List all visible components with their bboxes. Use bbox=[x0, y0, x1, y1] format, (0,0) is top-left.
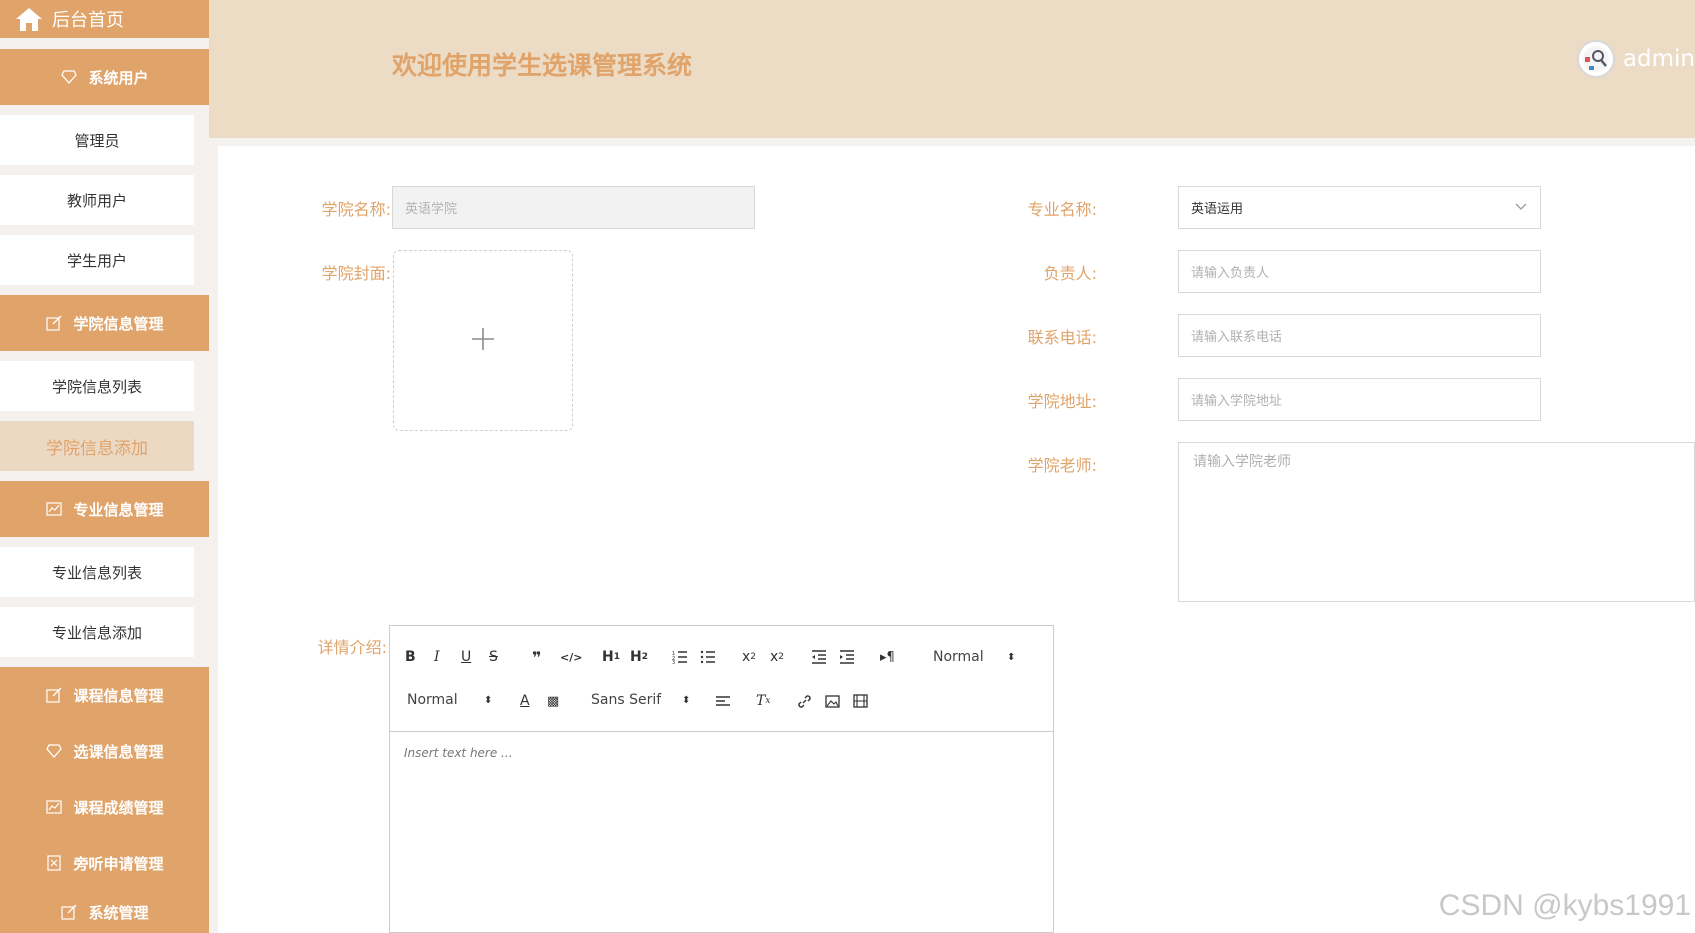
sidebar-item-major-list[interactable]: 专业信息列表 bbox=[0, 547, 194, 597]
header: 欢迎使用学生选课管理系统 admin bbox=[209, 0, 1695, 138]
rich-text-editor: B I U S ❞ </> H1 H2 123 x2 x2 ▸¶ Normal … bbox=[389, 625, 1054, 933]
sidebar-item-college-add[interactable]: 学院信息添加 bbox=[0, 421, 194, 471]
sidebar-home[interactable]: 后台首页 bbox=[0, 0, 209, 38]
college-name-input[interactable]: 英语学院 bbox=[392, 186, 755, 229]
owner-label: 负责人: bbox=[1043, 264, 1097, 283]
close-box-icon bbox=[45, 854, 63, 872]
phone-label: 联系电话: bbox=[1027, 328, 1097, 347]
h2-icon[interactable]: H2 bbox=[630, 646, 648, 668]
owner-input[interactable]: 请输入负责人 bbox=[1178, 250, 1541, 293]
edit-icon bbox=[45, 686, 63, 704]
cover-upload[interactable] bbox=[393, 250, 573, 431]
chart-icon bbox=[45, 500, 63, 518]
sidebar-item-teacher-users[interactable]: 教师用户 bbox=[0, 175, 194, 225]
edit-icon bbox=[60, 903, 78, 921]
code-icon[interactable]: </> bbox=[560, 646, 582, 668]
ordered-list-icon[interactable]: 123 bbox=[672, 646, 688, 668]
chart-icon bbox=[45, 798, 63, 816]
underline-icon[interactable]: U bbox=[461, 646, 471, 668]
chevron-down-icon bbox=[1514, 199, 1528, 217]
sidebar-item-major-add[interactable]: 专业信息添加 bbox=[0, 607, 194, 657]
sidebar-group-system[interactable]: 系统管理 bbox=[0, 891, 209, 933]
home-label: 后台首页 bbox=[52, 10, 124, 31]
sidebar-item-college-list[interactable]: 学院信息列表 bbox=[0, 361, 194, 411]
detail-label: 详情介绍: bbox=[317, 638, 387, 657]
select-arrows-icon: ⬍ bbox=[1007, 651, 1016, 663]
svg-text:3: 3 bbox=[672, 660, 675, 664]
major-label: 专业名称: bbox=[1027, 200, 1097, 219]
superscript-icon[interactable]: x2 bbox=[770, 646, 784, 668]
sidebar-group-system-users[interactable]: 系统用户 bbox=[0, 49, 209, 105]
editor-content[interactable]: Insert text here ... bbox=[390, 732, 1053, 774]
phone-input[interactable]: 请输入联系电话 bbox=[1178, 314, 1541, 357]
plus-icon bbox=[470, 326, 496, 356]
outdent-icon[interactable] bbox=[811, 646, 827, 668]
address-label: 学院地址: bbox=[1027, 392, 1097, 411]
sidebar-group-major-info[interactable]: 专业信息管理 bbox=[0, 481, 209, 537]
address-input[interactable]: 请输入学院地址 bbox=[1178, 378, 1541, 421]
edit-icon bbox=[45, 314, 63, 332]
major-select[interactable]: 英语运用 bbox=[1178, 186, 1541, 229]
watermark: CSDN @kybs1991 bbox=[1438, 889, 1691, 922]
avatar[interactable] bbox=[1576, 40, 1615, 78]
background-color-icon[interactable]: ▩ bbox=[547, 690, 559, 712]
text-color-icon[interactable]: A bbox=[520, 690, 530, 712]
header-select[interactable]: Normal bbox=[933, 646, 984, 668]
subscript-icon[interactable]: x2 bbox=[742, 646, 756, 668]
strike-icon[interactable]: S bbox=[489, 646, 498, 668]
sidebar-group-enrollment[interactable]: 选课信息管理 bbox=[0, 723, 209, 779]
clear-format-icon[interactable]: Tx bbox=[756, 690, 770, 712]
teacher-label: 学院老师: bbox=[1027, 456, 1097, 475]
sidebar-item-student-users[interactable]: 学生用户 bbox=[0, 235, 194, 285]
size-select[interactable]: Normal bbox=[407, 689, 458, 711]
main-form-panel: 学院名称: 英语学院 学院封面: 专业名称: 英语运用 负责人: 请输入负责人 … bbox=[218, 146, 1695, 933]
bullet-list-icon[interactable] bbox=[700, 646, 716, 668]
sidebar-group-college-info[interactable]: 学院信息管理 bbox=[0, 295, 209, 351]
username[interactable]: admin bbox=[1623, 46, 1695, 72]
text-direction-icon[interactable]: ▸¶ bbox=[880, 646, 895, 668]
user-menu[interactable]: admin bbox=[1576, 40, 1695, 78]
cover-label: 学院封面: bbox=[321, 264, 391, 283]
sidebar-group-grades[interactable]: 课程成绩管理 bbox=[0, 779, 209, 835]
font-select[interactable]: Sans Serif bbox=[591, 689, 661, 711]
bold-icon[interactable]: B bbox=[405, 646, 416, 668]
college-name-label: 学院名称: bbox=[321, 200, 391, 219]
image-icon[interactable] bbox=[825, 690, 840, 712]
blockquote-icon[interactable]: ❞ bbox=[532, 646, 541, 668]
align-icon[interactable] bbox=[715, 690, 731, 712]
diamond-icon bbox=[45, 742, 63, 760]
page-title: 欢迎使用学生选课管理系统 bbox=[392, 51, 693, 80]
sidebar-item-admin[interactable]: 管理员 bbox=[0, 115, 194, 165]
link-icon[interactable] bbox=[797, 690, 812, 712]
video-icon[interactable] bbox=[853, 690, 868, 712]
editor-toolbar: B I U S ❞ </> H1 H2 123 x2 x2 ▸¶ Normal … bbox=[390, 626, 1053, 732]
sidebar-group-course-info[interactable]: 课程信息管理 bbox=[0, 667, 209, 723]
select-arrows-icon: ⬍ bbox=[484, 694, 493, 706]
sidebar: 后台首页 系统用户 管理员 教师用户 学生用户 学院信息管理 学院信息列表 学院… bbox=[0, 0, 209, 933]
indent-icon[interactable] bbox=[839, 646, 855, 668]
h1-icon[interactable]: H1 bbox=[602, 646, 620, 668]
sidebar-group-audit[interactable]: 旁听申请管理 bbox=[0, 835, 209, 891]
italic-icon[interactable]: I bbox=[434, 646, 440, 668]
select-arrows-icon: ⬍ bbox=[682, 694, 691, 706]
teacher-textarea[interactable]: 请输入学院老师 bbox=[1178, 442, 1695, 602]
diamond-icon bbox=[60, 68, 78, 86]
